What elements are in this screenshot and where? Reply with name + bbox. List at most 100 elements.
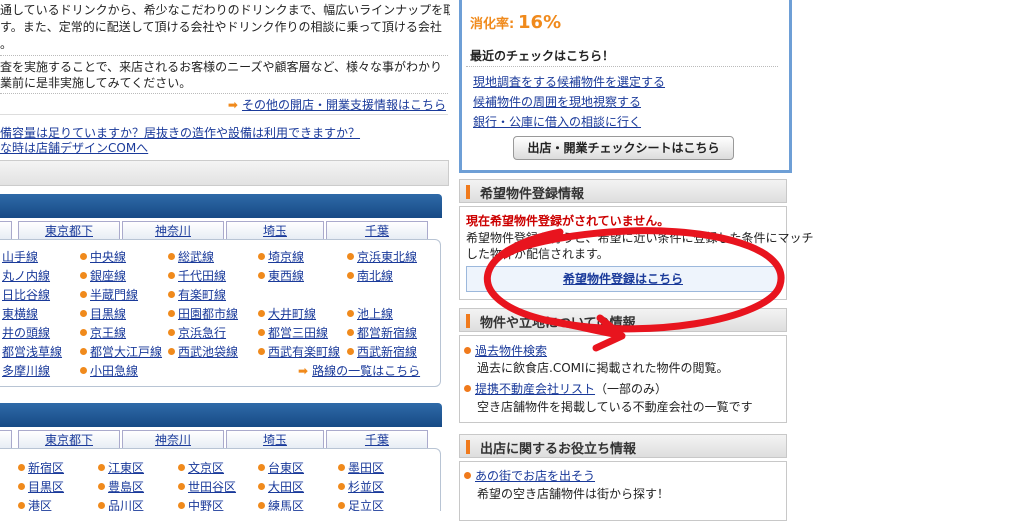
bullet-icon xyxy=(168,272,175,279)
line-item[interactable]: 西武有楽町線 xyxy=(258,344,340,360)
line-item[interactable]: 東横線 xyxy=(2,306,38,322)
design-com-link[interactable]: な時は店舗デザインCOMへ xyxy=(0,140,148,156)
line-item[interactable]: 西武池袋線 xyxy=(168,344,238,360)
line-item[interactable]: 都営三田線 xyxy=(258,325,328,341)
bullet-icon xyxy=(347,310,354,317)
ward-item[interactable]: 新宿区 xyxy=(18,460,64,476)
bullet-icon xyxy=(80,272,87,279)
ward-item[interactable]: 練馬区 xyxy=(258,498,304,511)
bullet-icon xyxy=(347,272,354,279)
line-item[interactable]: 小田急線 xyxy=(80,363,138,379)
bullet-icon xyxy=(80,253,87,260)
tab-kanagawa[interactable]: 神奈川 xyxy=(122,430,224,449)
line-item[interactable]: 京浜東北線 xyxy=(347,249,417,265)
bullet-icon xyxy=(80,329,87,336)
line-item[interactable]: 多摩川線 xyxy=(2,363,50,379)
left-column: 通しているドリンクから、希少なこだわりのドリンクまで、幅広いラインナップを取り揃… xyxy=(0,0,450,511)
bullet-icon xyxy=(258,272,265,279)
bullet-icon xyxy=(80,310,87,317)
intro-text: 通しているドリンクから、希少なこだわりのドリンクまで、幅広いラインナップを取り揃 xyxy=(0,3,450,17)
ward-item[interactable]: 目黒区 xyxy=(18,479,64,495)
line-list: 山手線 中央線 総武線 埼京線 京浜東北線丸ノ内線 銀座線 千代田線 東西線 南北線日比谷線 半蔵… xyxy=(0,239,441,387)
equipment-question-link[interactable]: 備容量は足りていますか？居抜きの造作や設備は利用できますか？ xyxy=(0,125,360,141)
line-item[interactable]: 都営新宿線 xyxy=(347,325,417,341)
check-link[interactable]: 現地調査をする候補物件を選定する xyxy=(473,73,665,90)
line-item[interactable]: 日比谷線 xyxy=(2,287,50,303)
ward-item[interactable]: 杉並区 xyxy=(338,479,384,495)
ward-item[interactable]: 台東区 xyxy=(258,460,304,476)
check-link[interactable]: 銀行・公庫に借入の相談に行く xyxy=(473,113,641,130)
arrow-right-icon: ➡ xyxy=(298,364,309,378)
line-item[interactable]: 大井町線 xyxy=(258,306,316,322)
line-item[interactable]: 山手線 xyxy=(2,249,38,265)
ward-item[interactable]: 墨田区 xyxy=(338,460,384,476)
tab-saitama[interactable]: 埼玉 xyxy=(226,221,324,240)
line-item[interactable]: 田園都市線 xyxy=(168,306,238,322)
line-item[interactable]: 千代田線 xyxy=(168,268,226,284)
tab-chiba[interactable]: 千葉 xyxy=(326,221,428,240)
line-item[interactable]: 都営大江戸線 xyxy=(80,344,162,360)
tab-tokyo[interactable] xyxy=(0,430,12,449)
item-desc: 過去に飲食店.COMIに掲載された物件の閲覧。 xyxy=(477,361,729,375)
open-shop-town-link[interactable]: あの街でお店を出そう xyxy=(475,469,595,483)
checksheet-button[interactable]: 出店・開業チェックシートはこちら xyxy=(513,136,734,160)
bullet-icon xyxy=(178,464,185,471)
line-item[interactable]: 西武新宿線 xyxy=(347,344,417,360)
check-link[interactable]: 候補物件の周囲を現地視察する xyxy=(473,93,641,110)
bullet-icon xyxy=(168,329,175,336)
tab-saitama[interactable]: 埼玉 xyxy=(226,430,324,449)
ward-list: 新宿区 江東区 文京区 台東区 墨田区目黒区 豊島区 世田谷区 大田区 杉並区港区 品川区 中野区 練… xyxy=(0,448,441,511)
line-item[interactable]: 総武線 xyxy=(168,249,214,265)
ward-item[interactable]: 豊島区 xyxy=(98,479,144,495)
line-item[interactable]: 井の頭線 xyxy=(2,325,50,341)
partner-realestate-link[interactable]: 提携不動産会社リスト xyxy=(475,382,595,396)
line-item[interactable]: 中央線 xyxy=(80,249,126,265)
line-item[interactable]: 南北線 xyxy=(347,268,393,284)
bullet-icon xyxy=(347,329,354,336)
digest-value: 16% xyxy=(518,12,562,33)
line-item[interactable]: 京王線 xyxy=(80,325,126,341)
tab-tokyo-suburbs[interactable]: 東京都下 xyxy=(18,430,120,449)
bullet-icon xyxy=(258,483,265,490)
line-item[interactable]: 埼京線 xyxy=(258,249,304,265)
item-desc: 空き店舗物件を掲載している不動産会社の一覧です xyxy=(477,400,753,414)
past-property-search-link[interactable]: 過去物件検索 xyxy=(475,344,547,358)
ward-item[interactable]: 品川区 xyxy=(98,498,144,511)
line-item[interactable]: 目黒線 xyxy=(80,306,126,322)
bullet-icon xyxy=(168,310,175,317)
line-item[interactable]: 銀座線 xyxy=(80,268,126,284)
tab-kanagawa[interactable]: 神奈川 xyxy=(122,221,224,240)
ward-item[interactable]: 足立区 xyxy=(338,498,384,511)
intro-text: 。 xyxy=(0,37,13,51)
ward-item[interactable]: 文京区 xyxy=(178,460,224,476)
line-item[interactable]: 半蔵門線 xyxy=(80,287,138,303)
wish-section-header: 希望物件登録情報 xyxy=(459,179,787,203)
ward-item[interactable]: 世田谷区 xyxy=(178,479,236,495)
bullet-icon xyxy=(168,253,175,260)
line-item[interactable]: 有楽町線 xyxy=(168,287,226,303)
ward-item[interactable]: 大田区 xyxy=(258,479,304,495)
tab-chiba[interactable]: 千葉 xyxy=(326,430,428,449)
line-item[interactable]: 丸ノ内線 xyxy=(2,268,50,284)
ward-item[interactable]: 江東区 xyxy=(98,460,144,476)
tab-tokyo[interactable] xyxy=(0,221,12,240)
bullet-icon xyxy=(98,502,105,509)
more-support-link[interactable]: ➡ その他の開店・開業支援情報はこちら xyxy=(228,96,446,113)
line-item[interactable]: 都営浅草線 xyxy=(2,344,62,360)
list-item: あの街でお店を出そう xyxy=(464,467,595,484)
bullet-icon xyxy=(338,502,345,509)
bullet-icon xyxy=(18,502,25,509)
line-item[interactable]: 池上線 xyxy=(347,306,393,322)
all-lines-link[interactable]: ➡ 路線の一覧はこちら xyxy=(298,363,420,379)
bullet-icon xyxy=(98,483,105,490)
ward-item[interactable]: 中野区 xyxy=(178,498,224,511)
tab-tokyo-suburbs[interactable]: 東京都下 xyxy=(18,221,120,240)
wish-register-button[interactable]: 希望物件登録はこちら xyxy=(466,266,780,292)
bullet-icon xyxy=(347,348,354,355)
property-section-header: 物件や立地についての情報 xyxy=(459,308,787,332)
bullet-icon xyxy=(258,348,265,355)
line-item[interactable]: 東西線 xyxy=(258,268,304,284)
arrow-right-icon: ➡ xyxy=(227,98,238,112)
line-item[interactable]: 京浜急行 xyxy=(168,325,226,341)
ward-item[interactable]: 港区 xyxy=(18,498,52,511)
